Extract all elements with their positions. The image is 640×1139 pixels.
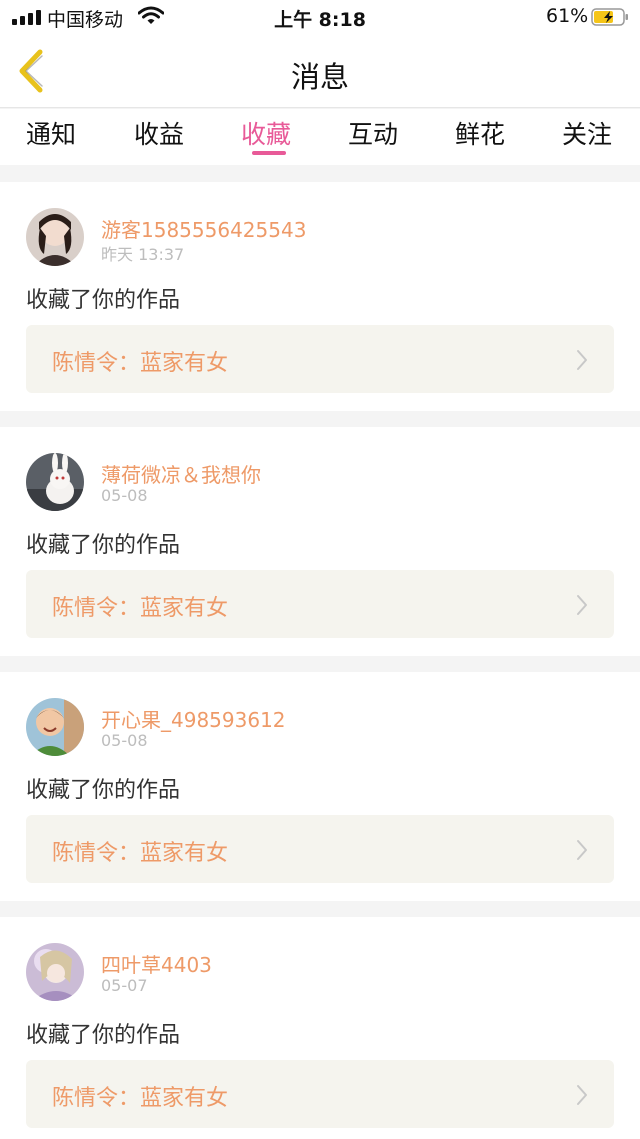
- battery-percent: 61%: [546, 5, 589, 27]
- tab-flowers[interactable]: 鲜花: [440, 115, 520, 151]
- action-text: 收藏了你的作品: [26, 1023, 181, 1048]
- timestamp: 05-07: [101, 976, 148, 995]
- tab-interaction[interactable]: 互动: [333, 115, 413, 151]
- battery-icon: [591, 8, 628, 26]
- username[interactable]: 四叶草4403: [101, 949, 212, 978]
- avatar[interactable]: [26, 943, 84, 1001]
- username[interactable]: 薄荷微凉＆我想你: [101, 459, 261, 488]
- timestamp: 昨天 13:37: [101, 245, 185, 264]
- work-link[interactable]: 陈情令：蓝家有女: [26, 325, 614, 393]
- username[interactable]: 游客1585556425543: [101, 214, 306, 243]
- chevron-right-icon: [577, 595, 587, 615]
- avatar[interactable]: [26, 453, 84, 511]
- chevron-right-icon: [577, 350, 587, 370]
- username[interactable]: 开心果_498593612: [101, 704, 286, 733]
- work-link[interactable]: 陈情令：蓝家有女: [26, 570, 614, 638]
- work-link[interactable]: 陈情令：蓝家有女: [26, 1060, 614, 1128]
- action-text: 收藏了你的作品: [26, 533, 181, 558]
- chevron-right-icon: [577, 1085, 587, 1105]
- notification-card: 薄荷微凉＆我想你 05-08 收藏了你的作品 陈情令：蓝家有女: [0, 427, 640, 656]
- work-title: 陈情令：蓝家有女: [52, 351, 229, 376]
- tab-favorites[interactable]: 收藏: [226, 115, 306, 151]
- timestamp: 05-08: [101, 731, 148, 750]
- avatar[interactable]: [26, 698, 84, 756]
- active-tab-indicator: [252, 151, 286, 155]
- chevron-right-icon: [577, 840, 587, 860]
- notification-card: 游客1585556425543 昨天 13:37 收藏了你的作品 陈情令：蓝家有…: [0, 182, 640, 411]
- work-title: 陈情令：蓝家有女: [52, 841, 229, 866]
- timestamp: 05-08: [101, 486, 148, 505]
- page-title: 消息: [290, 60, 349, 94]
- status-clock: 上午 8:18: [274, 9, 366, 31]
- work-title: 陈情令：蓝家有女: [52, 596, 229, 621]
- tab-notice[interactable]: 通知: [11, 115, 91, 151]
- status-bar: 中国移动 上午 8:18 61%: [0, 0, 640, 34]
- avatar[interactable]: [26, 208, 84, 266]
- nav-bar: 消息: [0, 34, 640, 108]
- action-text: 收藏了你的作品: [26, 288, 181, 313]
- tab-bar: 通知 收益 收藏 互动 鲜花 关注: [0, 109, 640, 165]
- work-title: 陈情令：蓝家有女: [52, 1086, 229, 1111]
- notification-card: 开心果_498593612 05-08 收藏了你的作品 陈情令：蓝家有女: [0, 672, 640, 901]
- action-text: 收藏了你的作品: [26, 778, 181, 803]
- tab-earnings[interactable]: 收益: [119, 115, 199, 151]
- work-link[interactable]: 陈情令：蓝家有女: [26, 815, 614, 883]
- tab-follow[interactable]: 关注: [547, 115, 627, 151]
- notification-card: 四叶草4403 05-07 收藏了你的作品 陈情令：蓝家有女: [0, 917, 640, 1139]
